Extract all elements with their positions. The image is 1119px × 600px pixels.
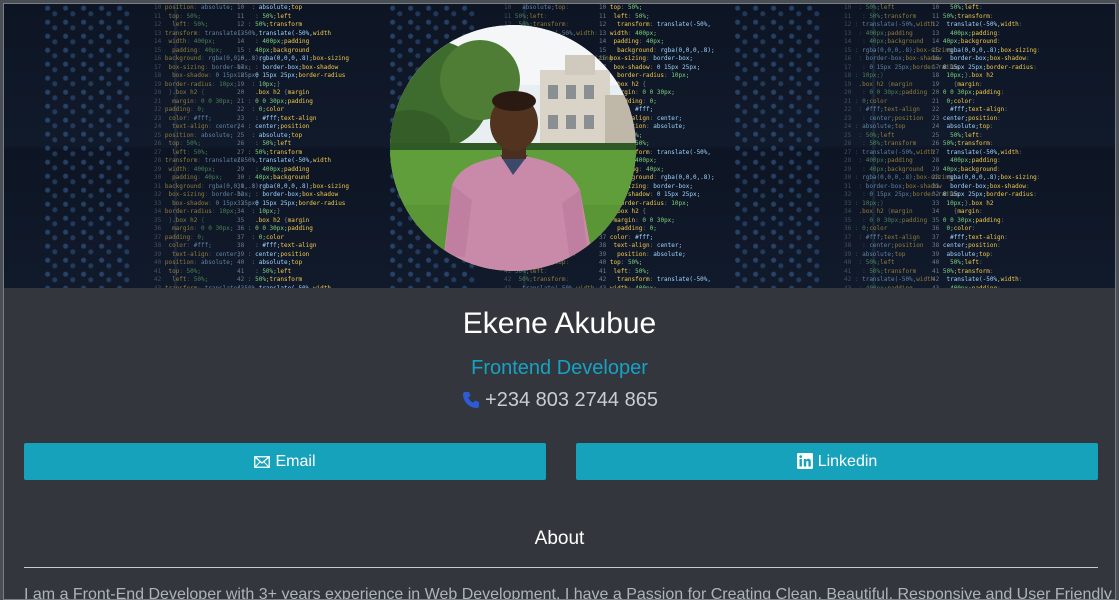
phone-number-text: +234 803 2744 865 bbox=[485, 389, 658, 411]
about-divider bbox=[24, 567, 1098, 568]
avatar bbox=[390, 25, 636, 271]
email-button[interactable]: Email bbox=[24, 443, 546, 480]
phone-number[interactable]: +234 803 2744 865 bbox=[4, 389, 1115, 416]
linkedin-button-label: Linkedin bbox=[817, 453, 878, 470]
about-text: I am a Front-End Developer with 3+ years… bbox=[24, 586, 1112, 600]
banner-pattern bbox=[44, 4, 134, 288]
code-banner-image: 10 position: absolute; 11 top: 50%; 12 l… bbox=[4, 4, 1115, 288]
linkedin-icon bbox=[796, 446, 813, 483]
banner-code-column: 10 50%;left: 11 50%;transform: 12 transl… bbox=[932, 4, 1045, 288]
about-heading: About bbox=[534, 528, 585, 549]
envelope-icon bbox=[254, 446, 271, 483]
profile-role: Frontend Developer bbox=[471, 357, 648, 379]
linkedin-button[interactable]: Linkedin bbox=[576, 443, 1098, 480]
profile-name: Ekene Akubue bbox=[462, 307, 657, 340]
banner-code-column: 10 : absolute;top 11 : 50%;left 12 : 50%… bbox=[237, 4, 350, 288]
email-button-label: Email bbox=[275, 453, 316, 470]
profile-card: 10 position: absolute; 11 top: 50%; 12 l… bbox=[3, 3, 1116, 600]
phone-icon bbox=[461, 390, 481, 416]
